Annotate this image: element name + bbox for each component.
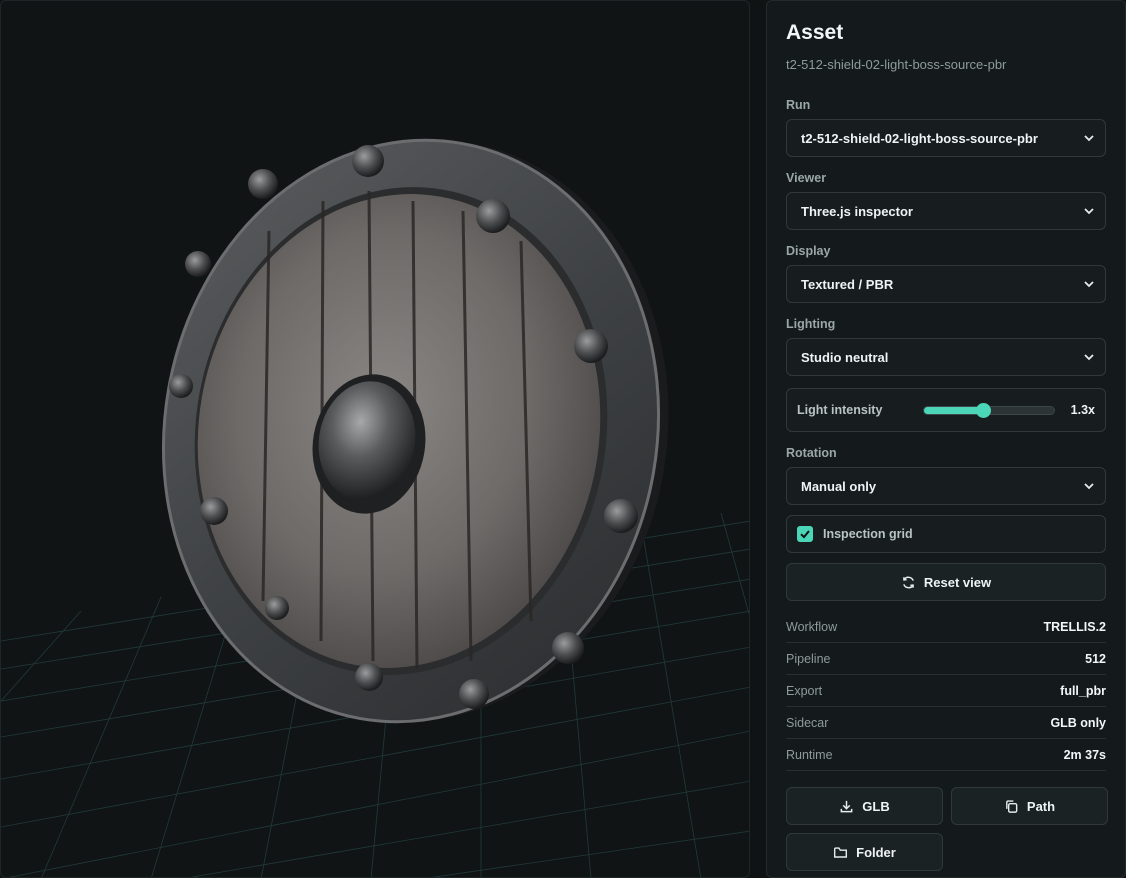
meta-key: Pipeline: [786, 651, 831, 666]
lighting-select-value: Studio neutral: [801, 349, 889, 365]
run-label: Run: [786, 98, 811, 112]
run-select-value: t2-512-shield-02-light-boss-source-pbr: [801, 130, 1038, 146]
reset-view-button[interactable]: Reset view: [786, 563, 1106, 601]
meta-value: TRELLIS.2: [1043, 619, 1106, 634]
slider-fill: [924, 406, 983, 414]
meta-key: Runtime: [786, 747, 833, 762]
chevron-down-icon: [1084, 354, 1094, 361]
rotation-select-value: Manual only: [801, 478, 877, 494]
light-intensity-label: Light intensity: [797, 403, 883, 417]
meta-row-export: Export full_pbr: [786, 675, 1106, 707]
viewer-select-value: Three.js inspector: [801, 203, 913, 219]
meta-row-runtime: Runtime 2m 37s: [786, 739, 1106, 771]
meta-key: Sidecar: [786, 715, 829, 730]
shield-render: [1, 138, 749, 877]
chevron-down-icon: [1084, 135, 1094, 142]
inspection-grid-toggle[interactable]: Inspection grid: [786, 515, 1106, 553]
viewport-3d[interactable]: [0, 0, 750, 878]
rotation-select[interactable]: Manual only: [786, 467, 1106, 505]
chevron-down-icon: [1084, 483, 1094, 490]
asset-name: t2-512-shield-02-light-boss-source-pbr: [786, 57, 1007, 72]
check-icon: [800, 530, 810, 539]
inspection-grid-checkbox[interactable]: [797, 526, 813, 542]
rotation-label: Rotation: [786, 446, 837, 460]
display-select[interactable]: Textured / PBR: [786, 265, 1106, 303]
refresh-icon: [902, 576, 914, 588]
download-icon: [840, 800, 853, 812]
download-glb-button[interactable]: GLB: [786, 787, 943, 825]
meta-value: 2m 37s: [1063, 747, 1106, 762]
asset-panel: Asset t2-512-shield-02-light-boss-source…: [766, 0, 1126, 878]
copy-path-button[interactable]: Path: [951, 787, 1108, 825]
meta-key: Export: [786, 683, 823, 698]
asset-actions: GLB Path Folder: [786, 787, 1108, 871]
inspection-grid-label: Inspection grid: [823, 527, 913, 541]
reset-view-label: Reset view: [923, 574, 992, 590]
display-select-value: Textured / PBR: [801, 276, 894, 292]
meta-value: full_pbr: [1060, 683, 1106, 698]
run-select[interactable]: t2-512-shield-02-light-boss-source-pbr: [786, 119, 1106, 157]
meta-value: 512: [1085, 651, 1106, 666]
display-label: Display: [786, 244, 831, 258]
folder-label: Folder: [856, 844, 896, 860]
meta-key: Workflow: [786, 619, 838, 634]
viewer-label: Viewer: [786, 171, 827, 185]
glb-label: GLB: [862, 798, 890, 814]
panel-title: Asset: [786, 21, 844, 44]
meta-row-sidecar: Sidecar GLB only: [786, 707, 1106, 739]
chevron-down-icon: [1084, 208, 1094, 215]
viewer-select[interactable]: Three.js inspector: [786, 192, 1106, 230]
folder-icon: [834, 846, 848, 858]
meta-row-workflow: Workflow TRELLIS.2: [786, 611, 1106, 643]
lighting-label: Lighting: [786, 317, 836, 331]
slider-thumb[interactable]: [975, 402, 991, 418]
light-intensity-value: 1.3x: [1070, 403, 1095, 417]
light-intensity-control: Light intensity 1.3x: [786, 388, 1106, 432]
light-intensity-slider[interactable]: [923, 402, 1055, 418]
path-label: Path: [1026, 798, 1056, 814]
meta-value: GLB only: [1050, 715, 1106, 730]
meta-row-pipeline: Pipeline 512: [786, 643, 1106, 675]
copy-icon: [1006, 799, 1018, 813]
lighting-select[interactable]: Studio neutral: [786, 338, 1106, 376]
open-folder-button[interactable]: Folder: [786, 833, 943, 871]
chevron-down-icon: [1084, 281, 1094, 288]
asset-meta: Workflow TRELLIS.2 Pipeline 512 Export f…: [786, 611, 1106, 771]
